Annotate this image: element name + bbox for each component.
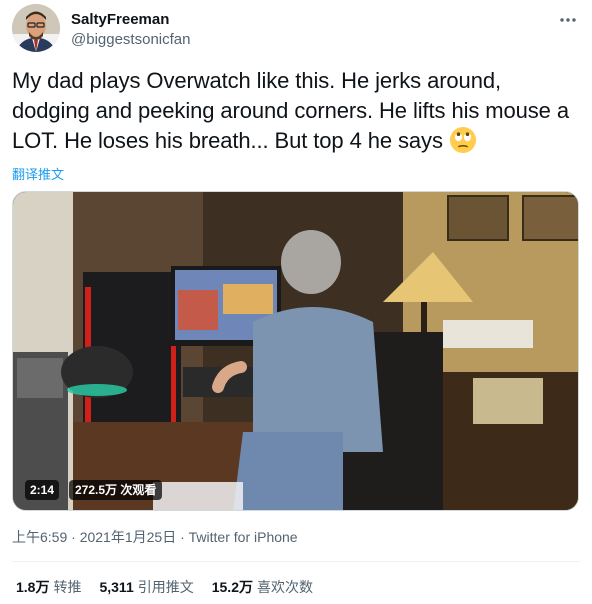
tweet-source[interactable]: Twitter for iPhone	[189, 529, 298, 545]
likes-stat[interactable]: 15.2万 喜欢次数	[212, 577, 313, 597]
tweet-stats: 1.8万 转推 5,311 引用推文 15.2万 喜欢次数	[16, 577, 313, 597]
divider	[12, 561, 580, 562]
avatar-image	[12, 4, 60, 52]
quote-tweets-stat[interactable]: 5,311 引用推文	[99, 577, 193, 597]
quote-tweets-count: 5,311	[99, 579, 134, 595]
video-views-badge: 272.5万 次观看	[69, 480, 163, 500]
author-handle[interactable]: @biggestsonicfan	[71, 30, 190, 50]
retweets-label: 转推	[53, 579, 82, 595]
video-thumbnail	[13, 192, 578, 510]
likes-label: 喜欢次数	[256, 579, 313, 595]
quote-tweets-label: 引用推文	[137, 579, 194, 595]
tweet-meta: 上午6:59 · 2021年1月25日 · Twitter for iPhone	[12, 527, 298, 547]
author-display-name[interactable]: SaltyFreeman	[71, 10, 190, 30]
rolling-eyes-emoji-icon	[449, 126, 477, 154]
more-dots-icon	[560, 18, 576, 22]
tweet-text: My dad plays Overwatch like this. He jer…	[12, 68, 569, 153]
tweet-header: SaltyFreeman @biggestsonicfan	[12, 4, 580, 54]
video-player[interactable]: 2:14 272.5万 次观看	[12, 191, 579, 511]
more-options-button[interactable]	[558, 10, 578, 30]
retweets-count: 1.8万	[16, 579, 50, 595]
translate-tweet-link[interactable]: 翻译推文	[12, 164, 64, 183]
tweet-timestamp[interactable]: 上午6:59 · 2021年1月25日	[12, 529, 176, 545]
avatar[interactable]	[12, 4, 60, 52]
likes-count: 15.2万	[211, 579, 253, 595]
author-block[interactable]: SaltyFreeman @biggestsonicfan	[71, 10, 190, 50]
meta-separator: ·	[176, 529, 189, 545]
video-duration-badge: 2:14	[25, 480, 60, 500]
tweet-body: My dad plays Overwatch like this. He jer…	[12, 66, 584, 156]
retweets-stat[interactable]: 1.8万 转推	[16, 577, 81, 597]
